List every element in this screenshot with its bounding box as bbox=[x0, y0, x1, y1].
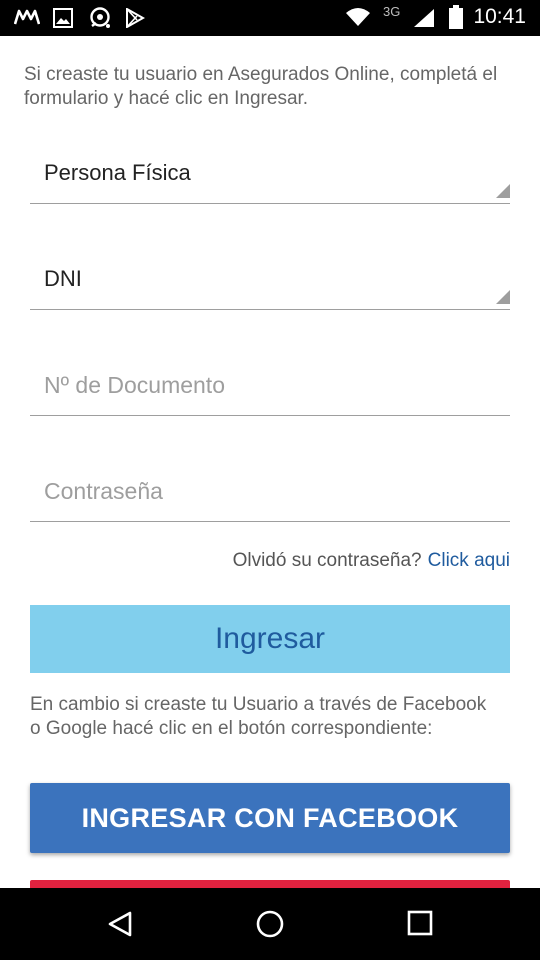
document-type-value: DNI bbox=[44, 266, 82, 291]
gallery-icon bbox=[53, 8, 73, 32]
dropdown-triangle-icon bbox=[496, 183, 510, 202]
signal-icon bbox=[413, 8, 435, 32]
network-type: 3G bbox=[383, 4, 401, 19]
ingresar-button[interactable]: Ingresar bbox=[30, 605, 510, 673]
forgot-password-row: Olvidó su contraseña? Click aqui bbox=[233, 550, 510, 572]
forgot-password-question: Olvidó su contraseña? bbox=[232, 550, 422, 571]
recents-icon[interactable] bbox=[407, 910, 433, 940]
document-type-select[interactable]: DNI bbox=[30, 262, 510, 310]
person-type-select[interactable]: Persona Física bbox=[30, 156, 510, 204]
form-intro-text: Si creaste tu usuario en Asegurados Onli… bbox=[24, 64, 498, 109]
motorola-icon bbox=[13, 9, 41, 29]
back-icon[interactable] bbox=[106, 910, 134, 942]
document-number-placeholder: Nº de Documento bbox=[44, 372, 225, 398]
clock: 10:41 bbox=[473, 5, 526, 28]
chat-icon bbox=[88, 6, 112, 34]
dropdown-triangle-icon bbox=[496, 289, 510, 308]
navigation-bar bbox=[0, 888, 540, 960]
document-number-input[interactable]: Nº de Documento bbox=[30, 368, 510, 416]
battery-icon bbox=[449, 5, 463, 33]
google-login-button[interactable] bbox=[30, 880, 510, 888]
social-login-intro: En cambio si creaste tu Usuario a través… bbox=[30, 694, 487, 739]
password-placeholder: Contraseña bbox=[44, 478, 163, 504]
facebook-login-button[interactable]: INGRESAR CON FACEBOOK bbox=[30, 783, 510, 853]
wifi-icon bbox=[345, 7, 371, 31]
status-bar: 3G 10:41 bbox=[0, 0, 540, 36]
forgot-password-link[interactable]: Click aqui bbox=[428, 550, 510, 571]
play-store-icon bbox=[125, 7, 146, 32]
home-icon[interactable] bbox=[256, 910, 284, 942]
login-form-screen: Si creaste tu usuario en Asegurados Onli… bbox=[0, 36, 540, 888]
person-type-value: Persona Física bbox=[44, 160, 191, 185]
password-input[interactable]: Contraseña bbox=[30, 474, 510, 522]
